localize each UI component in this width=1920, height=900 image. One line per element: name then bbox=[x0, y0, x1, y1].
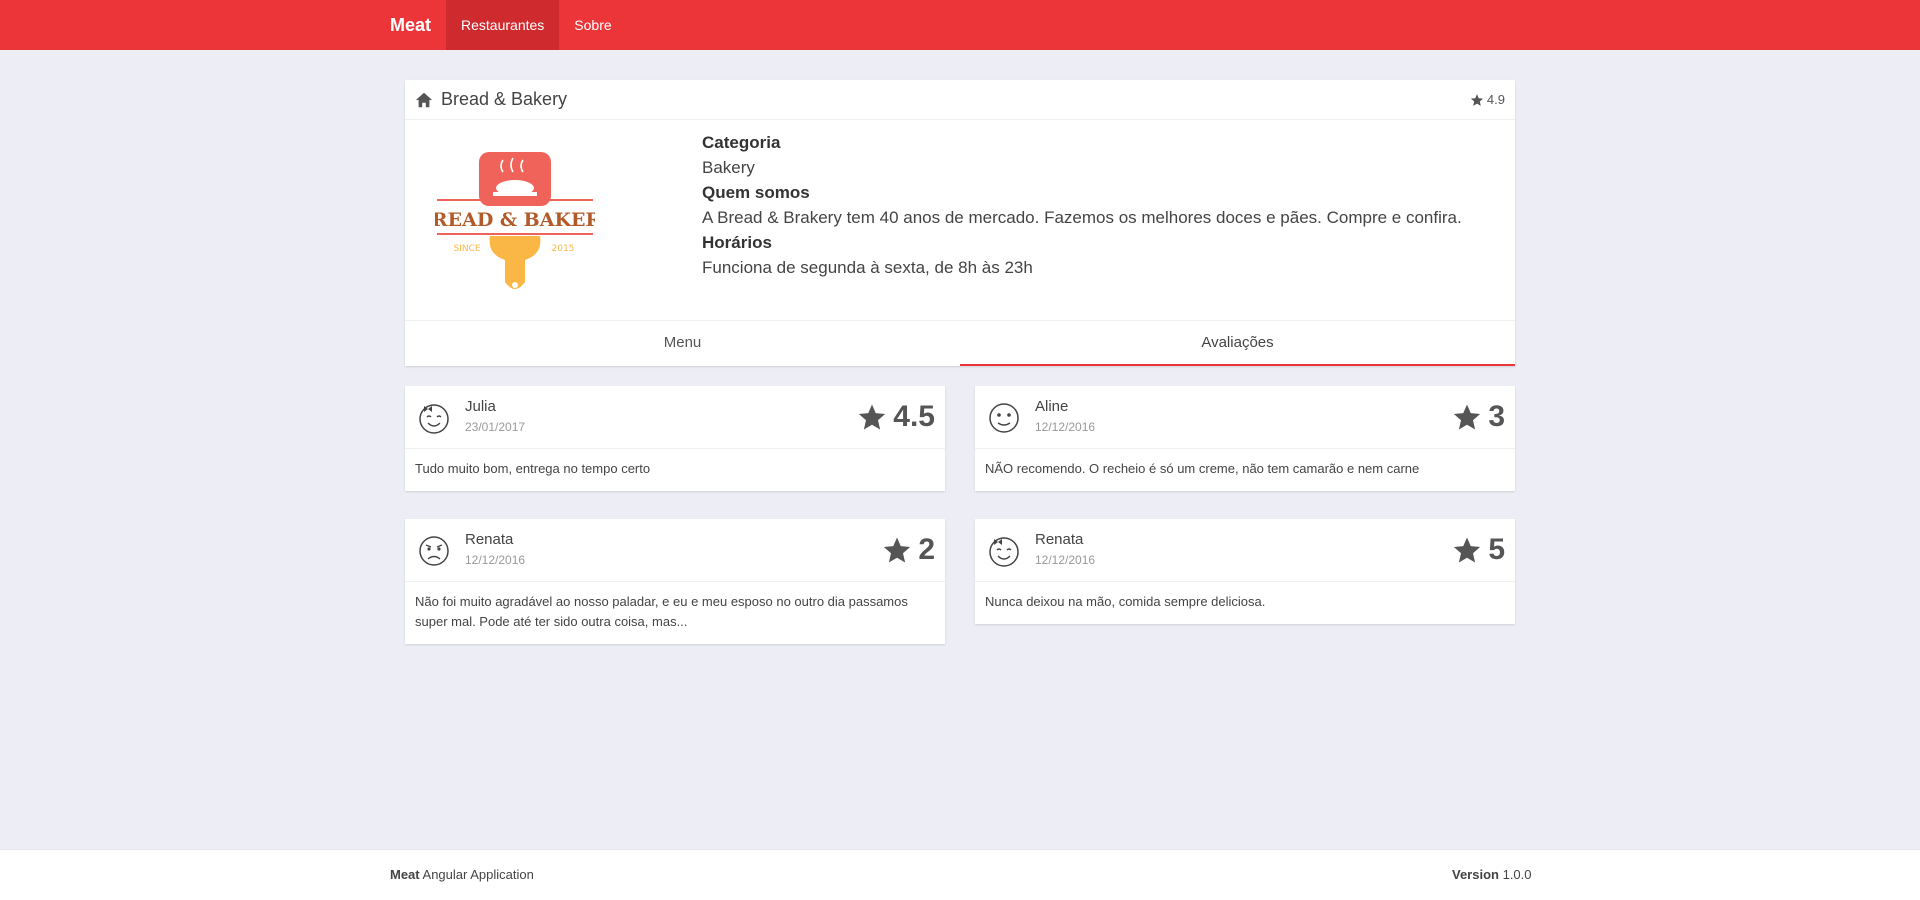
navbar-brand[interactable]: Meat bbox=[376, 0, 446, 50]
review-comment: Nunca deixou na mão, comida sempre delic… bbox=[985, 594, 1266, 609]
review-card: Julia 23/01/2017 4.5 Tudo muito bom, ent… bbox=[405, 386, 945, 491]
sad-face-icon bbox=[419, 536, 449, 566]
nav-link-restaurantes[interactable]: Restaurantes bbox=[446, 0, 560, 50]
review-rating-value: 5 bbox=[1488, 533, 1505, 566]
svg-text:2015: 2015 bbox=[552, 244, 575, 254]
review-date: 12/12/2016 bbox=[465, 553, 526, 567]
review-rating-value: 3 bbox=[1488, 400, 1505, 433]
tab-menu[interactable]: Menu bbox=[405, 321, 960, 366]
review-card: Aline 12/12/2016 3 NÃO recomendo. O rech… bbox=[975, 386, 1515, 491]
review-rating: 3 bbox=[1452, 400, 1505, 434]
svg-text:BREAD & BAKERY: BREAD & BAKERY bbox=[435, 209, 595, 231]
neutral-face-icon bbox=[989, 403, 1019, 433]
happy-girl-icon bbox=[419, 404, 449, 434]
footer-version-label: Version bbox=[1452, 867, 1499, 882]
footer-version: Version 1.0.0 bbox=[1452, 867, 1532, 882]
restaurant-logo: BREAD & BAKERY SINCE 2015 bbox=[435, 152, 595, 289]
star-icon bbox=[1454, 404, 1481, 430]
restaurant-header: Bread & Bakery 4.9 bbox=[405, 80, 1515, 120]
review-rating-value: 4.5 bbox=[893, 400, 935, 433]
review-date: 12/12/2016 bbox=[1035, 553, 1096, 567]
review-comment: Tudo muito bom, entrega no tempo certo bbox=[415, 461, 651, 476]
review-card: Renata 12/12/2016 5 Nunca deixou na mão,… bbox=[975, 519, 1515, 624]
review-rating: 4.5 bbox=[857, 400, 935, 434]
happy-girl-icon bbox=[989, 537, 1019, 567]
star-icon bbox=[859, 404, 886, 430]
review-rating: 2 bbox=[882, 533, 935, 567]
footer-tagline: Angular Application bbox=[422, 867, 534, 882]
review-comment: Não foi muito agradável ao nosso paladar… bbox=[415, 594, 908, 629]
reviewer-name: Aline bbox=[1035, 398, 1069, 415]
about-label: Quem somos bbox=[702, 183, 810, 202]
star-icon bbox=[1454, 537, 1481, 563]
hours-label: Horários bbox=[702, 233, 772, 252]
nav-link-sobre[interactable]: Sobre bbox=[559, 0, 626, 50]
restaurant-panel: Bread & Bakery 4.9 BREAD & BAKERY SINCE … bbox=[405, 80, 1515, 366]
review-comment: NÃO recomendo. O recheio é só um creme, … bbox=[985, 461, 1420, 476]
restaurant-name: Bread & Bakery bbox=[441, 89, 568, 109]
restaurant-info: Categoria Bakery Quem somos A Bread & Br… bbox=[702, 130, 1462, 280]
reviewer-name: Renata bbox=[465, 531, 514, 548]
footer: Meat Angular Application Version 1.0.0 bbox=[0, 849, 1920, 900]
category-value: Bakery bbox=[702, 158, 755, 177]
tab-avaliacoes[interactable]: Avaliações bbox=[960, 321, 1515, 366]
svg-text:SINCE: SINCE bbox=[453, 244, 480, 254]
home-icon bbox=[415, 92, 433, 107]
footer-version-value: 1.0.0 bbox=[1502, 867, 1532, 882]
footer-brand: Meat Angular Application bbox=[390, 867, 534, 882]
star-icon bbox=[884, 537, 911, 563]
review-rating-value: 2 bbox=[918, 533, 935, 566]
hours-value: Funciona de segunda à sexta, de 8h às 23… bbox=[702, 258, 1033, 277]
review-date: 23/01/2017 bbox=[465, 420, 526, 434]
review-date: 12/12/2016 bbox=[1035, 420, 1096, 434]
restaurant-rating-value: 4.9 bbox=[1486, 92, 1505, 107]
star-icon bbox=[1470, 93, 1484, 106]
review-rating: 5 bbox=[1452, 533, 1505, 567]
reviewer-name: Renata bbox=[1035, 531, 1084, 548]
footer-brand-name: Meat bbox=[390, 867, 420, 882]
about-value: A Bread & Brakery tem 40 anos de mercado… bbox=[702, 208, 1462, 227]
review-card: Renata 12/12/2016 2 Não foi muito agradá… bbox=[405, 519, 945, 644]
category-label: Categoria bbox=[702, 133, 781, 152]
restaurant-rating: 4.9 bbox=[1470, 92, 1505, 107]
navbar: Meat Restaurantes Sobre bbox=[0, 0, 1920, 50]
restaurant-tabs: Menu Avaliações bbox=[405, 320, 1515, 366]
reviewer-name: Julia bbox=[465, 398, 496, 415]
